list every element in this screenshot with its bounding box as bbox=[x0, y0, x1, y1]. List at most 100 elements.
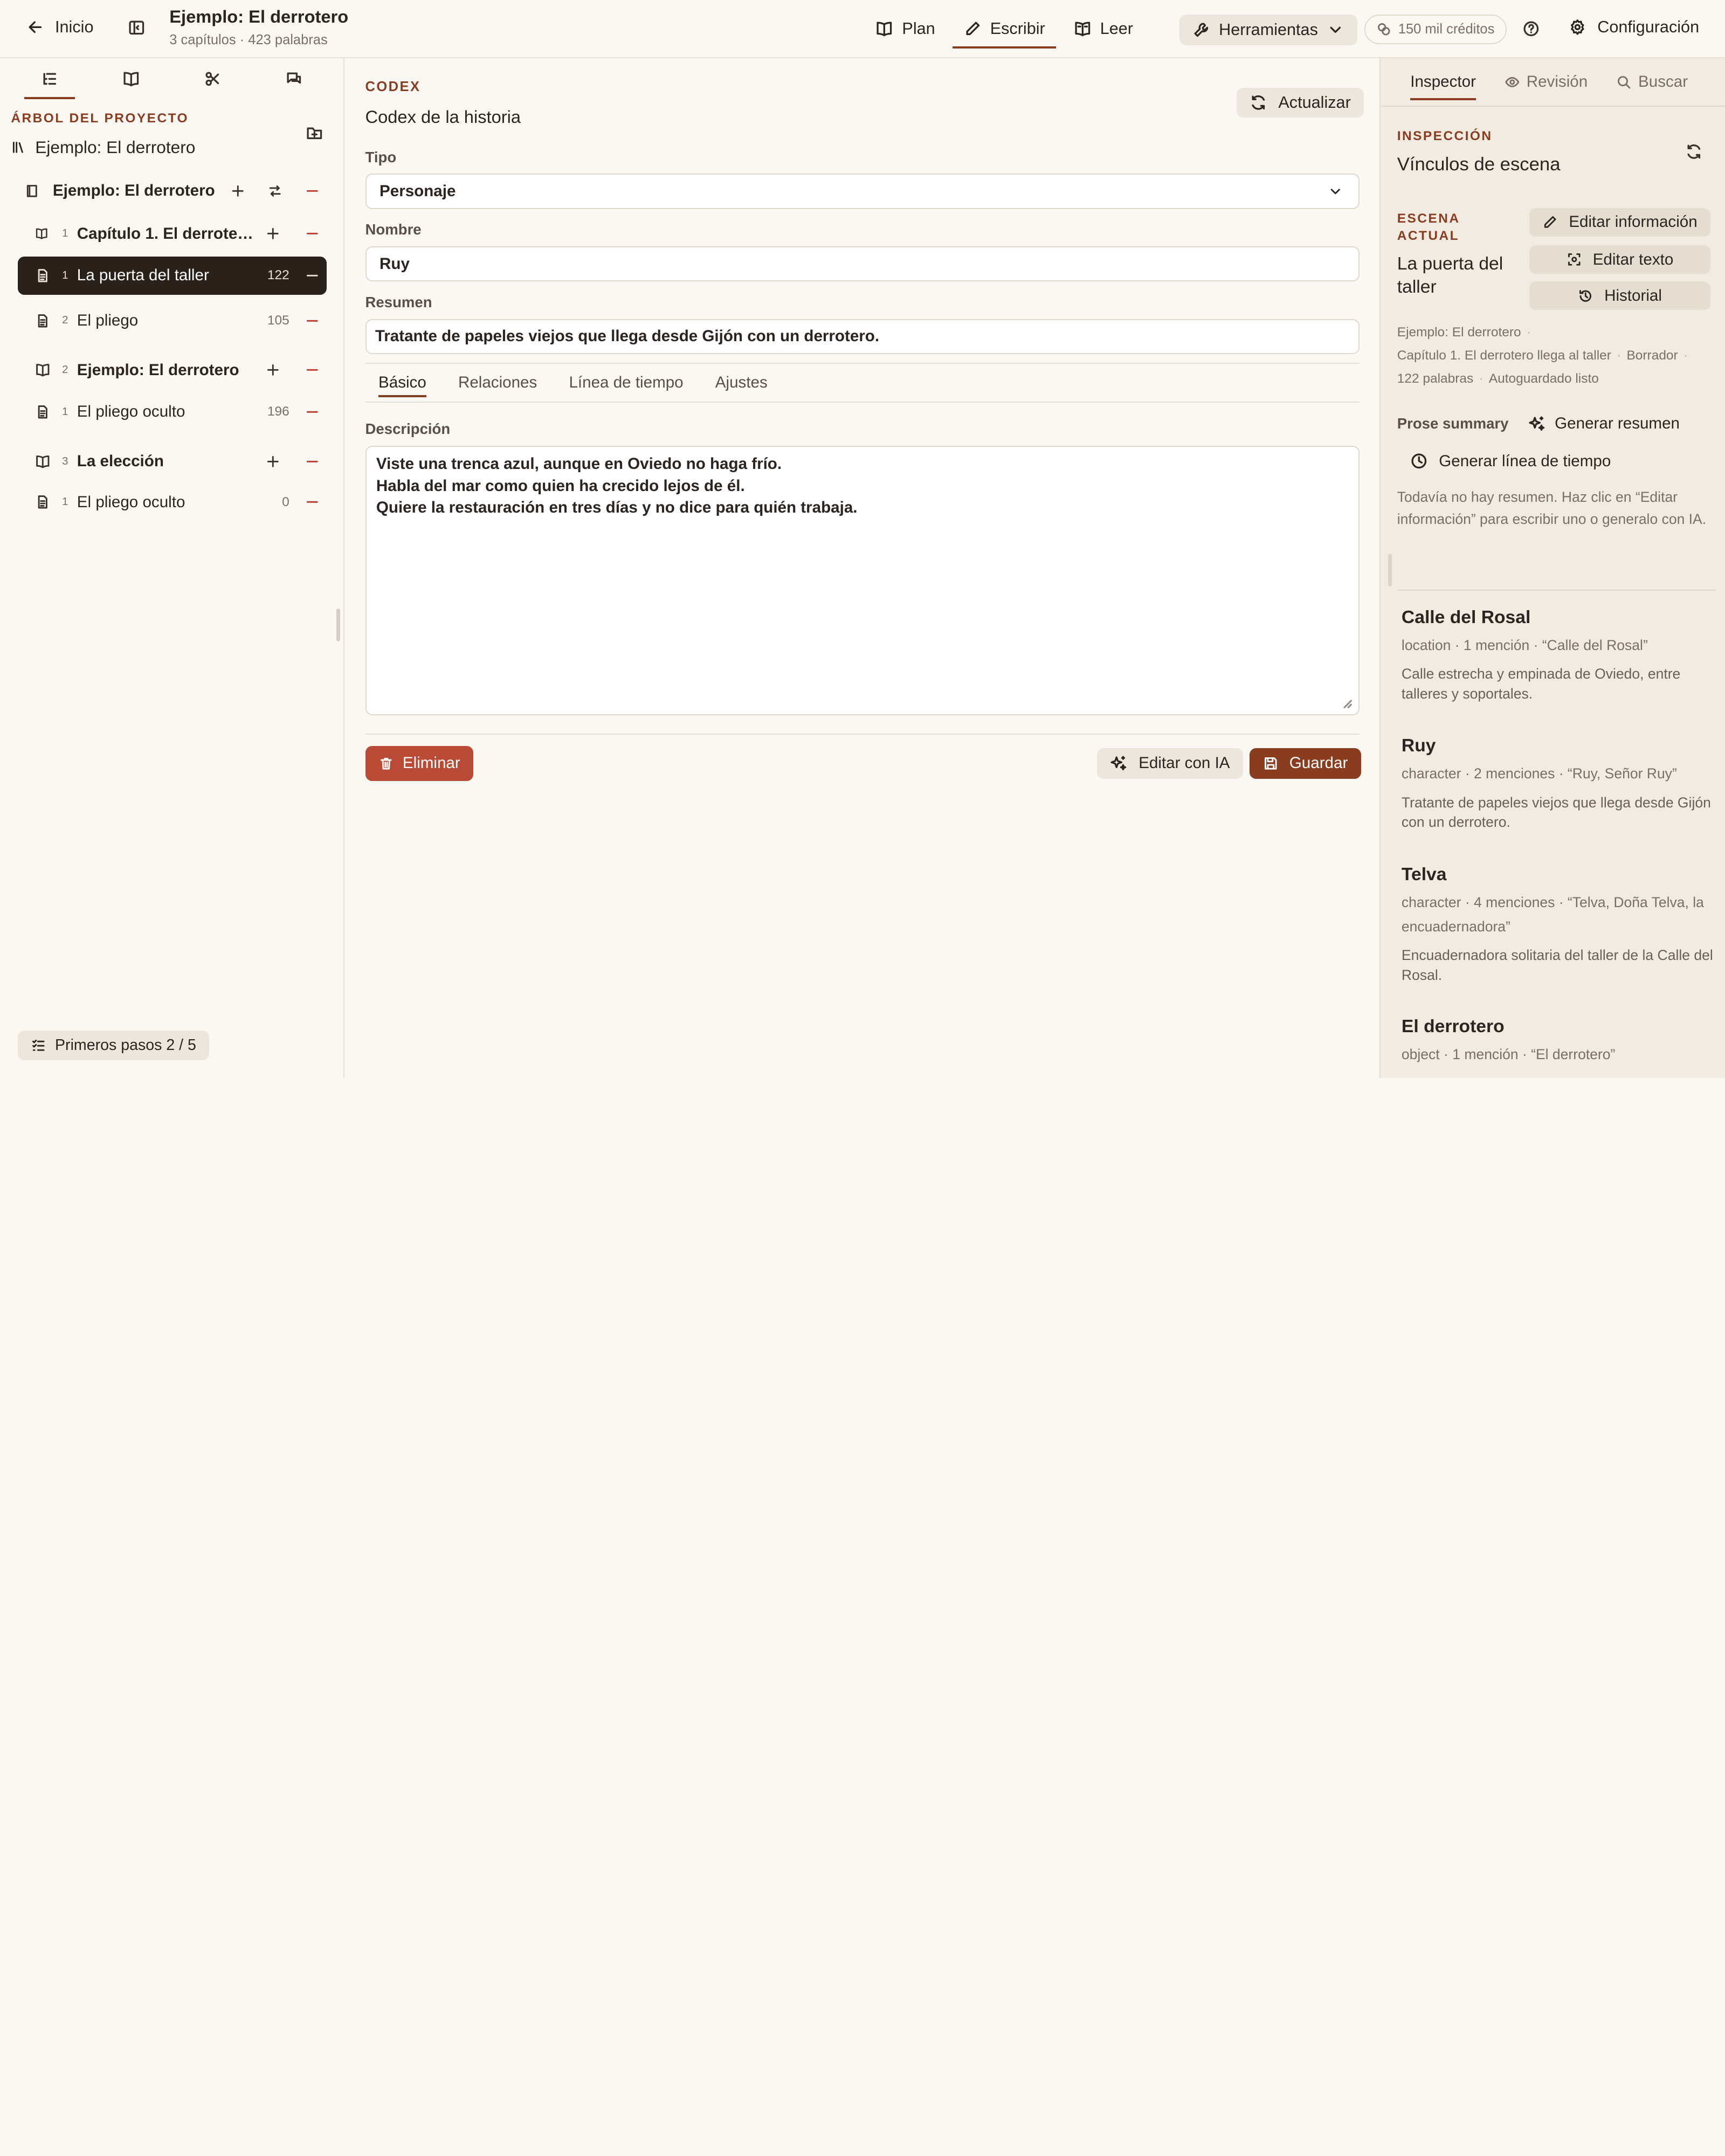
tree-scene[interactable]: 1 El pliego oculto 0 bbox=[18, 483, 327, 521]
document-icon bbox=[35, 493, 53, 511]
tree-project-root[interactable]: Ejemplo: El derrotero bbox=[11, 137, 195, 157]
tree-scene[interactable]: 2 El pliego 105 bbox=[18, 301, 327, 340]
save-button[interactable]: Guardar bbox=[1250, 748, 1361, 779]
tab-timeline[interactable]: Línea de tiempo bbox=[556, 364, 696, 401]
meta-status: Borrador bbox=[1626, 348, 1678, 363]
generate-summary-label: Generar resumen bbox=[1555, 414, 1680, 433]
tree-num: 1 bbox=[62, 269, 68, 281]
refresh-button[interactable]: Actualizar bbox=[1236, 88, 1364, 118]
type-value: Personaje bbox=[380, 182, 456, 201]
name-field[interactable]: Ruy bbox=[365, 246, 1360, 282]
remove-icon[interactable] bbox=[305, 182, 320, 200]
gear-icon bbox=[1569, 18, 1586, 36]
type-select[interactable]: Personaje bbox=[365, 174, 1360, 209]
credits-label: 150 mil créditos bbox=[1398, 21, 1495, 37]
name-label: Nombre bbox=[365, 221, 422, 238]
resize-grip-icon[interactable] bbox=[1341, 697, 1352, 708]
tree-chapter[interactable]: 1 Capítulo 1. El derrotero llega al tall… bbox=[18, 215, 327, 253]
remove-icon[interactable] bbox=[305, 361, 320, 379]
tab-chat[interactable] bbox=[253, 58, 334, 99]
refresh-links-icon[interactable] bbox=[1685, 143, 1703, 161]
tree-num: 1 bbox=[62, 405, 68, 418]
document-icon bbox=[35, 312, 53, 330]
tree-section-label: ÁRBOL DEL PROYECTO bbox=[11, 111, 189, 126]
tab-settings[interactable]: Ajustes bbox=[702, 364, 781, 401]
credits-badge[interactable]: 150 mil créditos bbox=[1364, 14, 1507, 44]
inspector-tabs: Inspector Revisión Buscar bbox=[1381, 58, 1725, 107]
tab-snippets[interactable] bbox=[171, 58, 253, 99]
add-icon[interactable] bbox=[265, 453, 283, 471]
save-label: Guardar bbox=[1289, 754, 1348, 772]
remove-icon[interactable] bbox=[305, 493, 320, 511]
new-folder-icon[interactable] bbox=[306, 125, 323, 142]
tree-scene-selected[interactable]: 1 La puerta del taller 122 bbox=[17, 256, 327, 295]
sidebar-toggle-icon[interactable] bbox=[128, 19, 146, 37]
generate-summary-button[interactable]: Generar resumen bbox=[1528, 414, 1680, 433]
tab-relations[interactable]: Relaciones bbox=[445, 364, 550, 401]
sidebar-resize-handle[interactable] bbox=[336, 608, 340, 641]
name-value: Ruy bbox=[380, 254, 410, 273]
edit-info-button[interactable]: Editar información bbox=[1529, 208, 1711, 237]
outline-icon bbox=[41, 70, 59, 88]
scissors-icon bbox=[204, 70, 222, 88]
codex-entity-card[interactable]: Ruy character · 2 menciones · “Ruy, Seño… bbox=[1402, 736, 1715, 832]
back-home-button[interactable]: Inicio bbox=[26, 18, 93, 37]
inspector-resize-handle[interactable] bbox=[1388, 553, 1392, 586]
description-textarea[interactable]: Viste una trenca azul, aunque en Oviedo … bbox=[365, 445, 1360, 715]
reorder-icon[interactable] bbox=[267, 182, 285, 200]
remove-icon[interactable] bbox=[305, 267, 320, 285]
tools-menu-button[interactable]: Herramientas bbox=[1179, 14, 1358, 45]
entity-description: Encuadernadora solitaria del taller de l… bbox=[1401, 947, 1713, 984]
tab-basic[interactable]: Básico bbox=[365, 364, 440, 401]
settings-button[interactable]: Configuración bbox=[1569, 18, 1699, 37]
word-count: 105 bbox=[267, 313, 289, 328]
tree-chapter[interactable]: 3 La elección bbox=[18, 442, 327, 480]
chapter-book-icon bbox=[35, 453, 53, 471]
tree-chapter-label: Capítulo 1. El derrotero llega al taller bbox=[77, 224, 257, 243]
codex-entity-card[interactable]: Telva character · 4 menciones · “Telva, … bbox=[1402, 865, 1715, 985]
meta-dot: · bbox=[1479, 371, 1484, 386]
remove-icon[interactable] bbox=[305, 403, 320, 421]
tree-book[interactable]: Ejemplo: El derrotero bbox=[18, 171, 327, 210]
codex-title: Codex de la historia bbox=[365, 106, 521, 127]
tab-search[interactable]: Buscar bbox=[1606, 58, 1698, 106]
codex-entity-card[interactable]: El derrotero object · 1 mención · “El de… bbox=[1402, 1017, 1715, 1067]
add-icon[interactable] bbox=[265, 361, 283, 379]
project-title-block: Ejemplo: El derrotero 3 capítulos · 423 … bbox=[169, 6, 348, 48]
tree-chapter[interactable]: 2 Ejemplo: El derrotero bbox=[18, 351, 327, 389]
codex-entity-card[interactable]: Calle del Rosal location · 1 mención · “… bbox=[1402, 607, 1715, 704]
edit-with-ai-button[interactable]: Editar con IA bbox=[1096, 748, 1244, 779]
summary-field[interactable]: Tratante de papeles viejos que llega des… bbox=[365, 319, 1360, 355]
mode-plan[interactable]: Plan bbox=[865, 10, 946, 47]
tab-book[interactable] bbox=[90, 58, 171, 99]
tree-scene[interactable]: 1 El pliego oculto 196 bbox=[18, 393, 327, 431]
add-icon[interactable] bbox=[230, 182, 248, 200]
history-button[interactable]: Historial bbox=[1529, 281, 1711, 310]
pen-icon bbox=[964, 20, 982, 38]
edit-text-button[interactable]: Editar texto bbox=[1529, 245, 1711, 274]
sidebar-tabs bbox=[9, 58, 334, 99]
tab-review[interactable]: Revisión bbox=[1495, 58, 1598, 106]
mode-write[interactable]: Escribir bbox=[953, 10, 1057, 49]
tools-label: Herramientas bbox=[1219, 20, 1318, 39]
mode-plan-label: Plan bbox=[902, 19, 935, 38]
remove-icon[interactable] bbox=[305, 453, 320, 471]
onboarding-steps-button[interactable]: Primeros pasos 2 / 5 bbox=[17, 1031, 210, 1061]
mode-read[interactable]: Leer bbox=[1062, 10, 1144, 47]
word-count: 0 bbox=[282, 494, 289, 509]
refresh-icon bbox=[1250, 94, 1267, 112]
clock-icon bbox=[1410, 452, 1428, 470]
footer-divider bbox=[365, 734, 1360, 735]
summary-label: Resumen bbox=[365, 293, 432, 310]
tab-outline[interactable] bbox=[9, 58, 90, 99]
entity-meta: character · 2 menciones · “Ruy, Señor Ru… bbox=[1401, 765, 1677, 782]
help-icon[interactable] bbox=[1522, 20, 1540, 38]
generate-timeline-button[interactable]: Generar línea de tiempo bbox=[1410, 452, 1611, 471]
tab-inspector[interactable]: Inspector bbox=[1400, 58, 1486, 106]
summary-value: Tratante de papeles viejos que llega des… bbox=[375, 327, 880, 345]
add-icon[interactable] bbox=[265, 225, 283, 243]
remove-icon[interactable] bbox=[305, 225, 320, 243]
remove-icon[interactable] bbox=[305, 312, 320, 330]
book-reader-icon bbox=[1074, 20, 1092, 38]
delete-button[interactable]: Eliminar bbox=[365, 745, 474, 781]
